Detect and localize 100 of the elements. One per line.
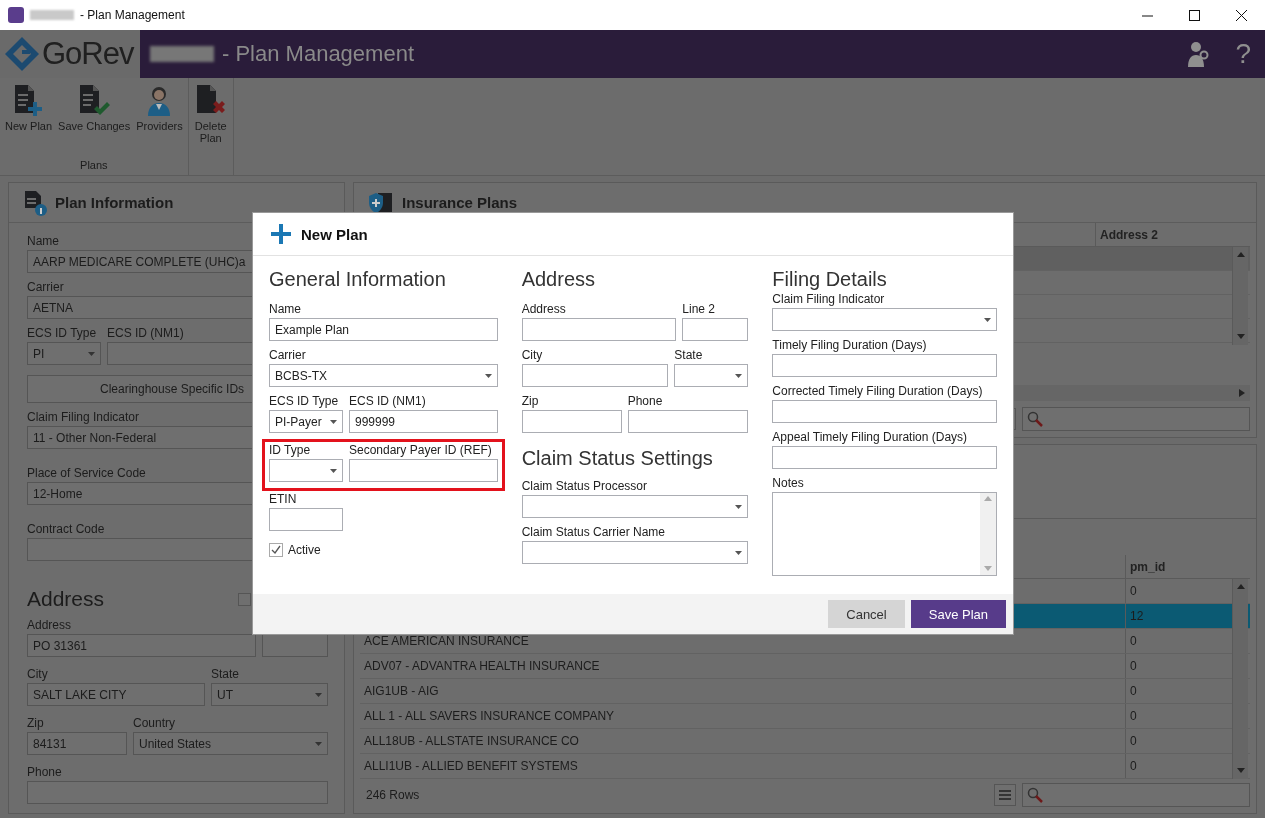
field-label: ECS ID (NM1) — [107, 325, 184, 342]
dropdown[interactable]: BCBS-TX — [269, 364, 498, 387]
caret-icon — [88, 351, 95, 356]
redacted-text-block — [150, 46, 214, 62]
close-icon[interactable] — [1236, 9, 1247, 21]
arrow-right-icon[interactable] — [1238, 389, 1246, 397]
field-label: ETIN — [269, 491, 297, 508]
caret-icon — [315, 692, 322, 697]
arrow-down-icon[interactable] — [984, 565, 992, 573]
section-heading: Filing Details — [772, 268, 888, 291]
ribbon-button[interactable]: Save Changes — [55, 84, 134, 159]
table-cell: ALL 1 - ALL SAVERS INSURANCE COMPANY — [364, 709, 615, 723]
scrollbar[interactable] — [1232, 579, 1248, 779]
arrow-up-icon[interactable] — [1236, 251, 1245, 259]
text-field[interactable] — [772, 446, 997, 469]
document-info-icon — [23, 189, 47, 216]
plus-icon — [271, 224, 291, 244]
field-label: Zip — [521, 393, 539, 410]
menu-button[interactable] — [994, 784, 1016, 806]
dropdown[interactable]: PI-Payer — [269, 410, 343, 433]
field-label: Claim Filing Indicator — [27, 409, 140, 426]
dropdown[interactable] — [772, 308, 997, 331]
dialog-title: New Plan — [301, 225, 368, 243]
menu-icon — [999, 790, 1011, 800]
person-key-icon[interactable] — [1187, 41, 1210, 67]
search-field[interactable] — [1022, 407, 1250, 431]
text-field[interactable]: 999999 — [349, 410, 498, 433]
arrow-down-icon[interactable] — [1236, 767, 1245, 775]
caret-icon — [330, 419, 337, 424]
caret-icon — [735, 550, 743, 555]
text-field[interactable] — [27, 781, 328, 804]
text-field[interactable]: 84131 — [27, 732, 127, 755]
notes-field[interactable] — [772, 492, 997, 576]
ribbon-button[interactable]: Delete Plan — [190, 84, 231, 173]
dropdown[interactable]: United States — [133, 732, 328, 755]
checkbox-label: Active — [288, 543, 321, 557]
text-field[interactable] — [627, 410, 749, 433]
arrow-down-icon[interactable] — [1236, 333, 1245, 341]
help-icon[interactable]: ? — [1235, 38, 1251, 70]
maximize-icon[interactable] — [1189, 9, 1200, 21]
field-label: Timely Filing Duration (Days) — [772, 337, 927, 354]
dropdown[interactable] — [521, 541, 749, 564]
save-button[interactable]: Save Plan — [910, 600, 1006, 628]
logo-text: GoRev — [42, 36, 134, 72]
ribbon-button[interactable]: New Plan — [2, 84, 56, 159]
column-header[interactable]: Address 2 — [1095, 223, 1250, 246]
text-field[interactable] — [772, 400, 997, 423]
panel-title: Plan Information — [55, 194, 174, 211]
table-cell: 0 — [1130, 734, 1137, 748]
field-label: State — [674, 347, 703, 364]
text-field[interactable]: Example Plan — [269, 318, 498, 341]
field-label: Carrier — [27, 279, 64, 296]
search-field[interactable] — [1022, 783, 1250, 807]
group-label: Plans — [79, 159, 109, 173]
text-field[interactable] — [521, 410, 622, 433]
field-label: Phone — [627, 393, 663, 410]
ribbon-button[interactable]: Providers — [133, 84, 186, 159]
text-field[interactable] — [682, 318, 749, 341]
arrow-up-icon[interactable] — [984, 495, 992, 503]
table-cell: ALL18UB - ALLSTATE INSURANCE CO — [364, 734, 579, 748]
app-title: - Plan Management — [222, 41, 415, 67]
dropdown[interactable]: UT — [211, 683, 328, 706]
text-field[interactable]: SALT LAKE CITY — [27, 683, 205, 706]
dropdown[interactable]: PI — [27, 342, 101, 365]
field-label: Address — [521, 301, 566, 318]
dropdown[interactable] — [521, 495, 749, 518]
table-cell: 0 — [1130, 659, 1137, 673]
text-field[interactable]: PO 31361 — [27, 634, 256, 657]
table-cell: AIG1UB - AIG — [364, 684, 439, 698]
cancel-button[interactable]: Cancel — [828, 600, 905, 628]
field-label: Carrier — [269, 347, 306, 364]
scrollbar[interactable] — [980, 493, 996, 575]
table-cell: 0 — [1130, 709, 1137, 723]
text-field[interactable] — [269, 508, 343, 531]
redacted-text-block — [30, 10, 74, 20]
logo-icon — [4, 36, 40, 72]
text-field[interactable] — [772, 354, 997, 377]
section-heading: Address — [27, 587, 105, 611]
checkbox[interactable] — [269, 543, 283, 557]
text-field[interactable] — [262, 634, 328, 657]
row-count: 246 Rows — [365, 788, 421, 802]
dropdown[interactable] — [269, 459, 343, 482]
scrollbar[interactable] — [1232, 247, 1248, 345]
document-check-icon — [77, 84, 112, 118]
text-field[interactable] — [521, 364, 669, 387]
checkbox[interactable] — [238, 592, 251, 606]
text-field[interactable] — [521, 318, 677, 341]
window-title: - Plan Management — [80, 8, 186, 22]
shield-document-icon — [368, 191, 394, 214]
search-icon — [1027, 787, 1043, 803]
field-label: Name — [269, 301, 301, 318]
arrow-up-icon[interactable] — [1236, 583, 1245, 591]
field-label: Notes — [772, 475, 804, 492]
field-label: ECS ID (NM1) — [349, 393, 426, 410]
caret-icon — [984, 317, 991, 322]
text-field[interactable] — [349, 459, 498, 482]
column-header[interactable]: pm_id — [1125, 555, 1250, 578]
dropdown[interactable] — [674, 364, 749, 387]
field-label: Claim Filing Indicator — [772, 291, 885, 308]
field-label: Address — [27, 617, 72, 634]
